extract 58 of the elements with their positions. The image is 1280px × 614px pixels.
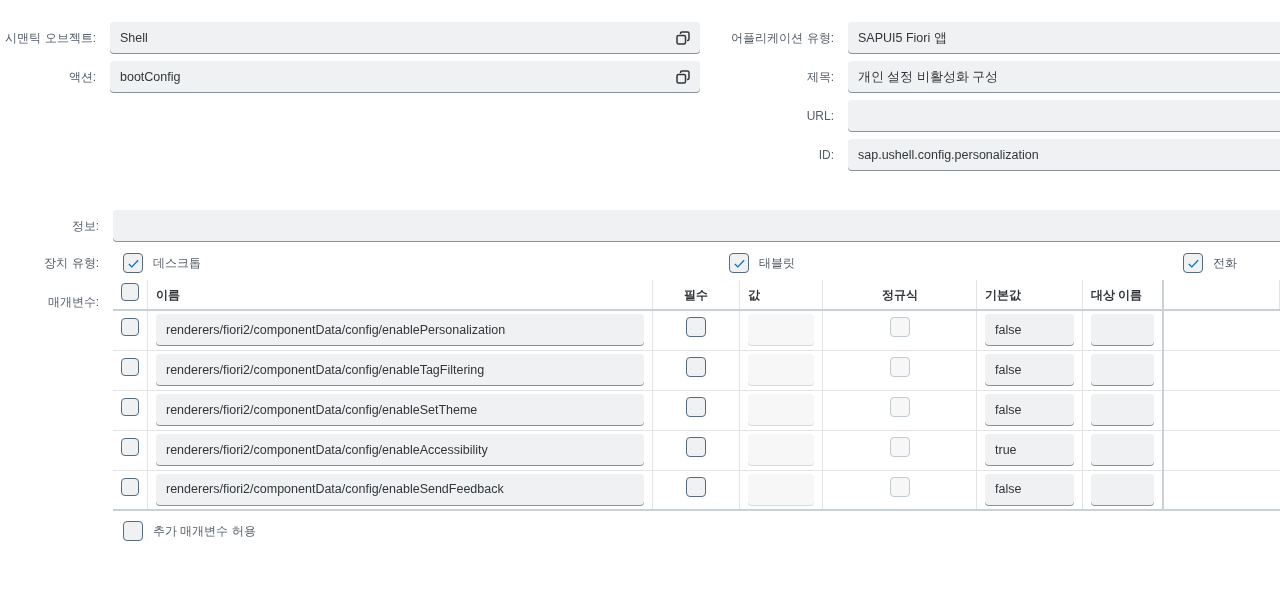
checkbox[interactable]	[686, 476, 706, 497]
checkbox[interactable]	[729, 253, 749, 273]
field-label: 액션:	[67, 69, 96, 86]
input-field[interactable]: false	[985, 394, 1074, 426]
input-field[interactable]: Shell	[110, 22, 700, 54]
checkbox[interactable]	[686, 397, 706, 418]
field-label: URL:	[805, 108, 834, 125]
field-label: ID:	[817, 147, 834, 164]
input-field[interactable]: bootConfig	[110, 61, 700, 93]
checkbox[interactable]	[686, 317, 706, 338]
column-header: 필수	[684, 287, 708, 302]
copy-icon[interactable]	[676, 31, 690, 45]
checkbox-label: 추가 매개변수 허용	[153, 523, 256, 540]
row-checkbox[interactable]	[121, 477, 139, 496]
column-header: 이름	[156, 287, 180, 302]
input-field[interactable]	[1091, 354, 1154, 386]
checkbox[interactable]	[123, 521, 143, 541]
checkbox[interactable]	[686, 437, 706, 458]
input-field[interactable]: true	[985, 434, 1074, 466]
copy-icon[interactable]	[676, 70, 690, 84]
input-field[interactable]	[1091, 394, 1154, 426]
field-label: 제목:	[805, 69, 834, 86]
field-label: 어플리케이션 유형:	[730, 30, 834, 47]
row-checkbox[interactable]	[121, 318, 139, 337]
checkbox-label: 데스크톱	[153, 255, 201, 272]
checkbox-label: 전화	[1213, 255, 1237, 272]
field-label: 정보:	[70, 218, 99, 235]
checkbox[interactable]	[686, 357, 706, 378]
input-field[interactable]: renderers/fiori2/componentData/config/enableSetTheme	[156, 394, 644, 426]
input-field[interactable]: false	[985, 354, 1074, 386]
checkbox[interactable]	[1183, 253, 1203, 273]
field-label: 매개변수:	[46, 294, 99, 311]
column-header: 값	[748, 287, 760, 302]
input-field[interactable]: renderers/fiori2/componentData/config/enableSendFeedback	[156, 473, 644, 506]
input-field[interactable]: 개인 설정 비활성화 구성	[848, 61, 1280, 93]
field-label: 장치 유형:	[43, 255, 99, 272]
input-field[interactable]: sap.ushell.config.personalization	[848, 139, 1280, 171]
input-field[interactable]	[1091, 314, 1154, 347]
row-checkbox[interactable]	[121, 438, 139, 457]
column-header: 기본값	[985, 287, 1021, 302]
row-checkbox[interactable]	[121, 358, 139, 377]
input-field[interactable]: false	[985, 473, 1074, 506]
input-field[interactable]: SAPUI5 Fiori 앱	[848, 22, 1280, 54]
column-header: 정규식	[881, 287, 918, 302]
input-field[interactable]: renderers/fiori2/componentData/config/enableTagFiltering	[156, 354, 644, 386]
input-field[interactable]	[113, 210, 1280, 242]
checkbox[interactable]	[123, 253, 143, 273]
checkbox-label: 태블릿	[759, 255, 795, 272]
column-header: 대상 이름	[1091, 287, 1143, 302]
input-field[interactable]: renderers/fiori2/componentData/config/enableAccessibility	[156, 434, 644, 466]
row-checkbox[interactable]	[121, 398, 139, 417]
input-field[interactable]	[1091, 434, 1154, 466]
input-field[interactable]	[1091, 473, 1154, 506]
select-all-checkbox[interactable]	[121, 283, 139, 301]
input-field[interactable]	[848, 100, 1280, 132]
input-field[interactable]: false	[985, 314, 1074, 347]
field-label: 시맨틱 오브젝트:	[4, 30, 96, 47]
input-field[interactable]: renderers/fiori2/componentData/config/enablePersonalization	[156, 314, 644, 347]
